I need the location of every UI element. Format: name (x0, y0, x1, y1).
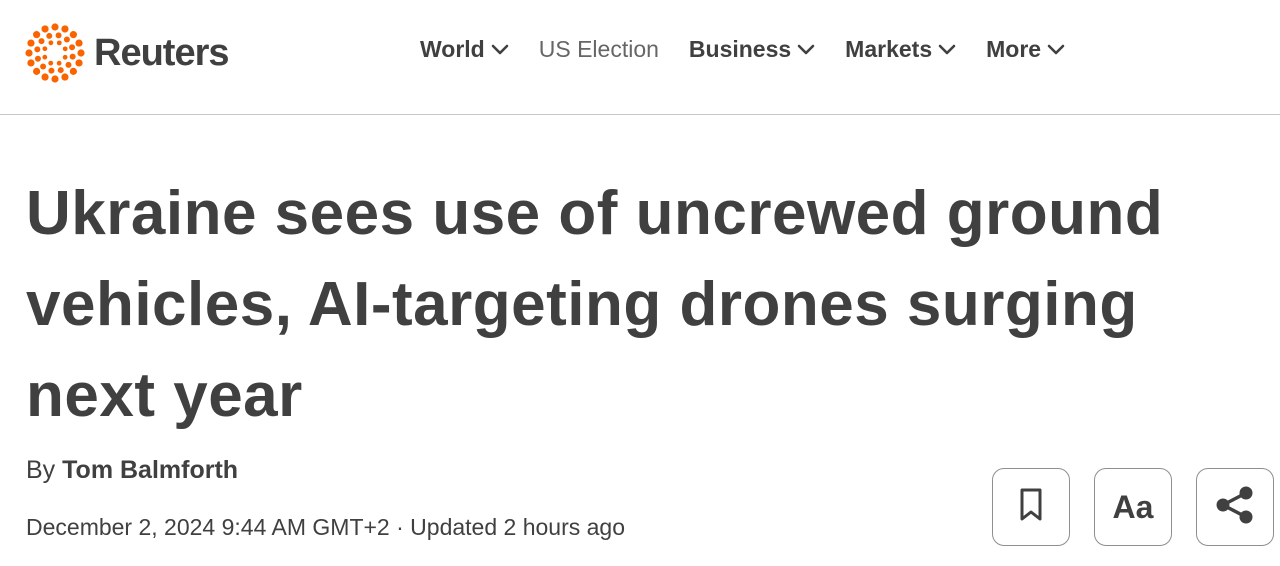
logo-dot (69, 53, 76, 60)
logo-dot (69, 44, 76, 51)
byline: By Tom Balmforth (26, 456, 238, 485)
nav-item-markets[interactable]: Markets (845, 36, 956, 63)
logo-dot (55, 32, 62, 39)
chevron-down-icon (491, 44, 509, 56)
logo-dot (61, 25, 69, 33)
logo-dot (69, 31, 77, 39)
logo-dot (77, 49, 85, 57)
byline-prefix: By (26, 456, 56, 484)
logo-dot (75, 59, 83, 67)
nav-item-label: Markets (845, 36, 933, 62)
headline-line: Ukraine sees use of uncrewed ground (26, 179, 1164, 248)
published-date: December 2, 2024 9:44 AM GMT+2 (26, 514, 390, 540)
logo-dot (27, 59, 35, 67)
updated-time: Updated 2 hours ago (410, 514, 625, 540)
headline-line: next year (26, 361, 303, 430)
nav-item-business[interactable]: Business (689, 36, 815, 63)
logo-dot (38, 38, 45, 45)
chevron-down-icon (797, 44, 815, 56)
nav-item-label: More (986, 36, 1042, 62)
logo-dot (48, 60, 54, 66)
dateline: December 2, 2024 9:44 AM GMT+2 · Updated… (26, 514, 625, 541)
bookmark-button[interactable] (992, 468, 1070, 546)
text-size-label: Aa (1112, 488, 1154, 525)
logo-dot (57, 67, 64, 74)
logo-dot (62, 54, 68, 60)
logo-dot (69, 67, 77, 75)
chevron-down-icon (938, 44, 956, 56)
nav-item-label: Business (688, 36, 792, 62)
nav-item-label: World (420, 36, 485, 62)
bookmark-icon (1019, 488, 1043, 527)
logo-dot (56, 60, 62, 66)
logo-dot (75, 39, 83, 47)
logo-dot (34, 55, 41, 62)
logo-dot (56, 40, 62, 46)
logo-dot (40, 63, 47, 70)
logo-dot (62, 46, 68, 52)
headline-line: vehicles, AI-targeting drones surging (26, 270, 1138, 339)
reuters-logo[interactable]: Reuters (24, 22, 229, 84)
logo-dot (48, 67, 55, 74)
article-headline: Ukraine sees use of uncrewed ground vehi… (26, 168, 1256, 441)
logo-dot (27, 39, 35, 47)
logo-dot (41, 25, 49, 33)
logo-dot (34, 46, 41, 53)
site-header: Reuters World US Election Business Marke… (0, 0, 1280, 115)
nav-item-more[interactable]: More (986, 36, 1065, 63)
logo-dot (51, 23, 59, 31)
text-size-button[interactable]: Aa (1094, 468, 1172, 546)
author-link[interactable]: Tom Balmforth (62, 456, 238, 484)
logo-dot (65, 61, 72, 68)
article-tools: Aa (992, 468, 1274, 546)
logo-dot (33, 67, 41, 75)
reuters-logo-icon (25, 23, 85, 83)
logo-dot (63, 36, 70, 43)
chevron-down-icon (1047, 44, 1065, 56)
logo-dot (46, 32, 53, 39)
nav-item-us-election[interactable]: US Election (539, 36, 659, 63)
logo-dot (61, 73, 69, 81)
logo-dot (48, 40, 54, 46)
nav-item-label: US Election (538, 36, 659, 62)
date-separator: · (396, 514, 404, 540)
brand-name: Reuters (94, 31, 229, 74)
logo-dot (25, 49, 33, 57)
main-nav: World US Election Business Markets More (420, 36, 1095, 63)
logo-dot (33, 31, 41, 39)
logo-dot (51, 75, 59, 83)
nav-item-world[interactable]: World (420, 36, 509, 63)
share-icon (1213, 485, 1257, 530)
logo-dot (42, 54, 48, 60)
logo-dot (42, 46, 48, 52)
logo-dot (41, 73, 49, 81)
share-button[interactable] (1196, 468, 1274, 546)
